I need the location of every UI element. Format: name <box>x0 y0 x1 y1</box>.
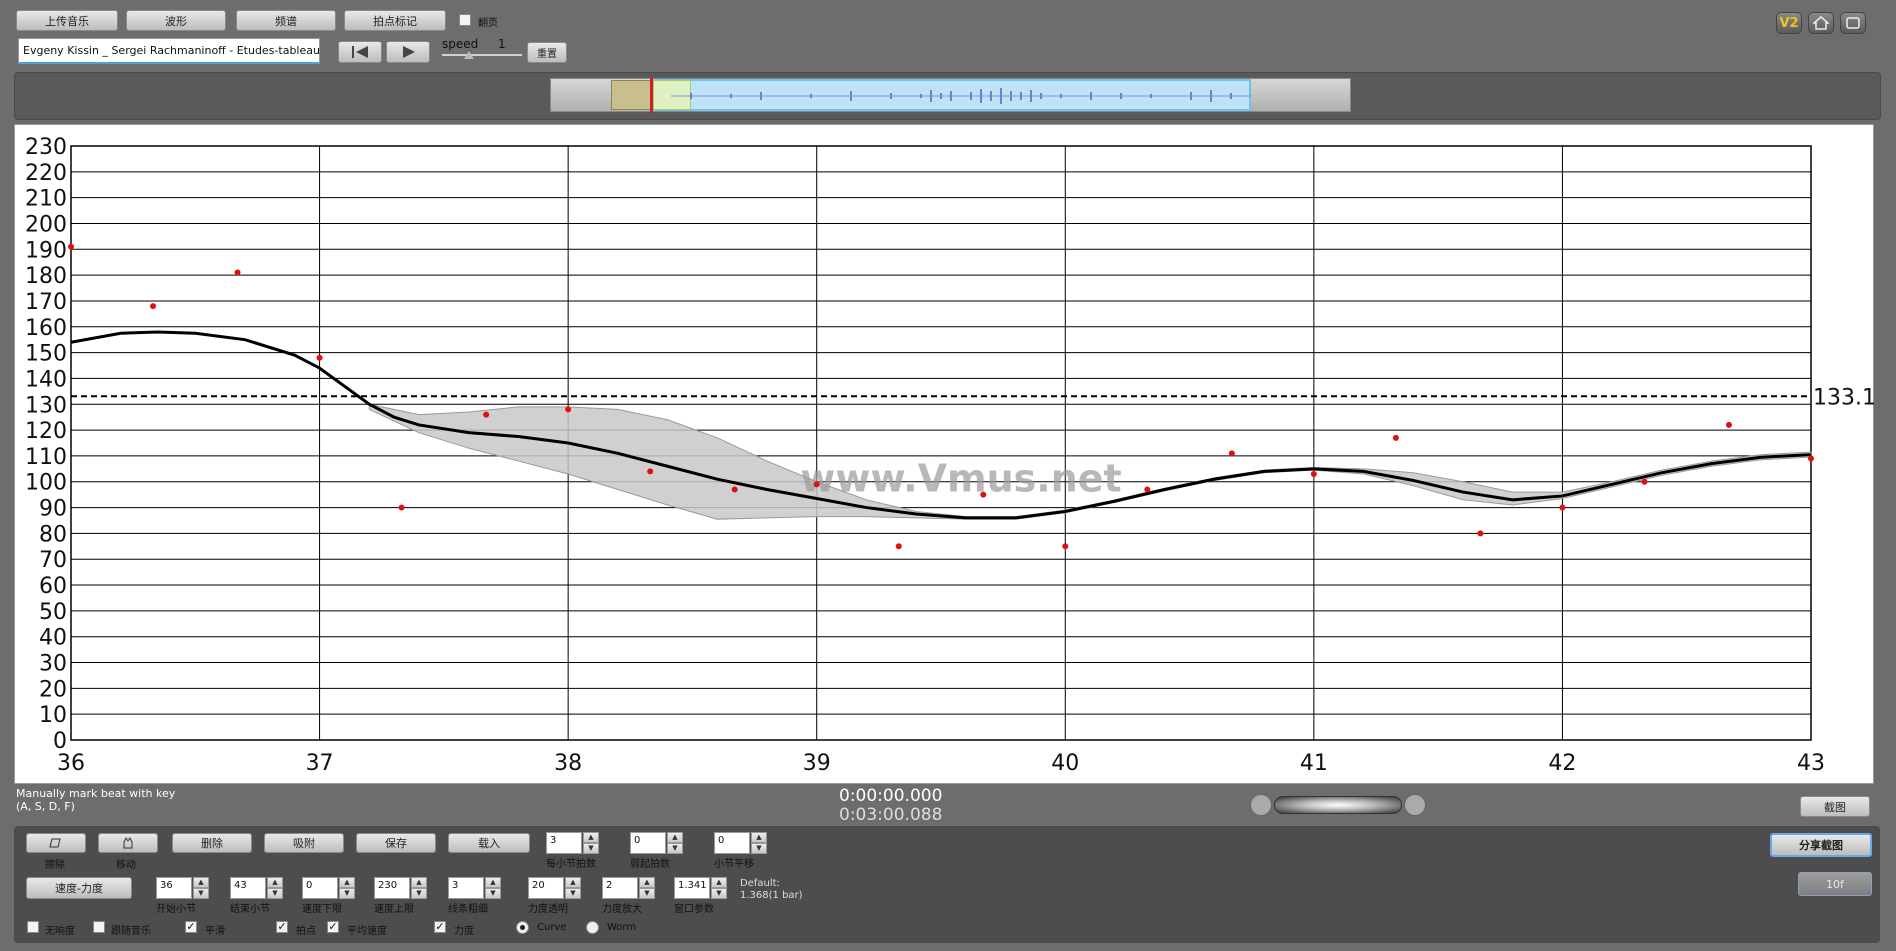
current-time: 0:00:00.000 <box>839 786 943 806</box>
tempo-max-stepper[interactable]: 230 ▲ ▼ 速度上限 <box>374 877 428 915</box>
jog-wheel[interactable] <box>1250 794 1426 816</box>
default-value: 1.368(1 bar) <box>740 890 803 901</box>
hand-icon <box>123 837 133 849</box>
beats-label: 拍点 <box>296 926 316 937</box>
share-screenshot-button[interactable]: 分享截图 <box>1770 833 1872 857</box>
delete-button[interactable]: 删除 <box>172 833 252 853</box>
jog-track[interactable] <box>1274 796 1402 814</box>
end-bar-stepper[interactable]: 43 ▲ ▼ 结束小节 <box>230 877 284 915</box>
beats-per-bar-stepper[interactable]: 3 ▲ ▼ 每小节拍数 <box>546 832 600 870</box>
upload-music-button[interactable]: 上传音乐 <box>16 10 118 31</box>
tempo-dynamics-button[interactable]: 速度-力度 <box>26 877 132 899</box>
bar-offset-stepper[interactable]: 0 ▲ ▼ 小节平移 <box>714 832 768 870</box>
beat-mark-button[interactable]: 拍点标记 <box>344 10 446 31</box>
overview-waveform <box>671 88 1251 104</box>
erase-button[interactable] <box>26 833 86 853</box>
fast-forward-icon <box>1404 794 1426 816</box>
save-button[interactable]: 保存 <box>356 833 436 853</box>
waveform-button[interactable]: 波形 <box>126 10 226 31</box>
follow-music-label: 跟随音乐 <box>111 926 151 937</box>
home-icon[interactable] <box>1808 12 1834 34</box>
speed-label: speed <box>442 37 479 51</box>
no-loudness-label: 无响度 <box>45 926 75 937</box>
pickup-stepper[interactable]: 0 ▲ ▼ 弱起拍数 <box>630 832 684 870</box>
hint-line-2: (A, S, D, F) <box>16 800 75 813</box>
default-label: Default: <box>740 878 780 889</box>
play-icon <box>403 46 415 58</box>
spectrum-button[interactable]: 频谱 <box>236 10 336 31</box>
snap-button[interactable]: 吸附 <box>264 833 344 853</box>
dynamics-checkbox[interactable]: ✓ <box>434 921 446 933</box>
disabled-action-button[interactable]: 10f <box>1798 872 1872 896</box>
waveform-icon <box>1250 794 1272 816</box>
overview-track[interactable] <box>550 77 1351 113</box>
dynamics-label: 力度 <box>454 926 474 937</box>
worm-label: Worm <box>607 922 637 933</box>
curve-radio[interactable] <box>516 921 529 934</box>
start-bar-stepper[interactable]: 36 ▲ ▼ 开始小节 <box>156 877 210 915</box>
line-width-stepper[interactable]: 3 ▲ ▼ 线条粗细 <box>448 877 502 915</box>
file-title-field[interactable]: Evgeny Kissin _ Sergei Rachmaninoff - Et… <box>18 38 320 64</box>
erase-label: 擦除 <box>45 860 65 871</box>
chart-panel <box>14 124 1874 784</box>
dynamics-scale-stepper[interactable]: 2 ▲ ▼ 力度放大 <box>602 877 656 915</box>
playhead-marker[interactable] <box>650 77 653 113</box>
speed-slider[interactable] <box>442 54 522 56</box>
beats-checkbox[interactable]: ✓ <box>276 921 288 933</box>
smooth-checkbox[interactable]: ✓ <box>185 921 197 933</box>
move-label: 移动 <box>116 860 136 871</box>
reset-button[interactable]: 重置 <box>527 42 567 63</box>
tempo-min-stepper[interactable]: 0 ▲ ▼ 速度下限 <box>302 877 356 915</box>
play-button[interactable] <box>386 41 430 63</box>
fullscreen-icon[interactable] <box>1840 12 1866 34</box>
total-time: 0:03:00.088 <box>839 805 943 825</box>
page-turn-label: 翻页 <box>478 18 498 29</box>
no-loudness-checkbox[interactable] <box>27 921 39 933</box>
speed-value: 1 <box>498 37 506 51</box>
smooth-label: 平滑 <box>205 926 225 937</box>
follow-music-checkbox[interactable] <box>93 921 105 933</box>
speed-slider-thumb[interactable] <box>464 51 474 59</box>
v2-icon[interactable]: V2 <box>1776 12 1802 34</box>
eraser-icon <box>49 838 61 848</box>
curve-label: Curve <box>537 922 567 933</box>
hint-line-1: Manually mark beat with key <box>16 787 176 800</box>
average-tempo-label: 平均速度 <box>347 926 387 937</box>
screenshot-button[interactable]: 截图 <box>1800 796 1870 817</box>
skip-start-icon <box>352 46 368 58</box>
dynamics-transparency-stepper[interactable]: 20 ▲ ▼ 力度透明 <box>528 877 582 915</box>
average-tempo-checkbox[interactable]: ✓ <box>327 921 339 933</box>
move-button[interactable] <box>98 833 158 853</box>
worm-radio[interactable] <box>586 921 599 934</box>
load-button[interactable]: 载入 <box>448 833 530 853</box>
window-param-stepper[interactable]: 1.341 ▲ ▼ 窗口参数 <box>674 877 728 915</box>
page-turn-checkbox[interactable] <box>459 14 471 26</box>
skip-to-start-button[interactable] <box>338 41 382 63</box>
